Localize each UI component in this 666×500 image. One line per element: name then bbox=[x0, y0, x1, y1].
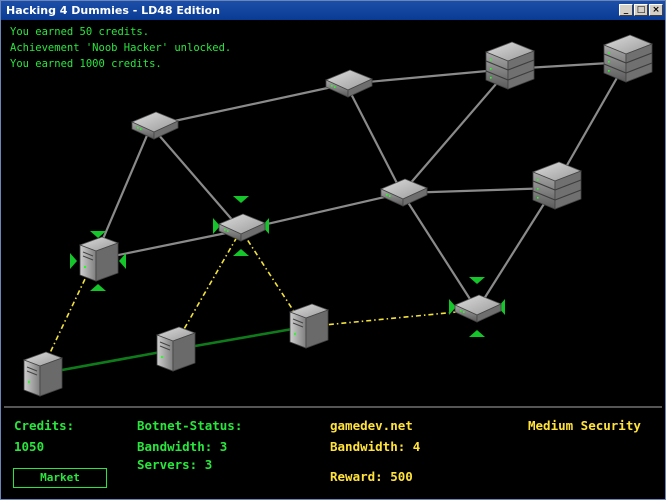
credits-label: Credits: bbox=[14, 418, 75, 433]
node-n8[interactable] bbox=[70, 231, 126, 291]
minimize-button[interactable]: _ bbox=[619, 4, 633, 16]
log-line: You earned 50 credits. bbox=[10, 26, 150, 38]
pc-tower-icon bbox=[23, 351, 63, 397]
botnet-servers: Servers: 3 bbox=[137, 457, 213, 472]
node-n10[interactable] bbox=[23, 351, 63, 397]
server-rack-icon bbox=[485, 41, 535, 90]
node-n9[interactable] bbox=[449, 277, 505, 337]
node-n4[interactable] bbox=[603, 34, 653, 83]
botnet-bandwidth: Bandwidth: 3 bbox=[137, 439, 228, 454]
title-bar[interactable]: Hacking 4 Dummies - LD48 Edition _ □ × bbox=[1, 1, 665, 20]
router-icon bbox=[325, 69, 373, 98]
node-n2[interactable] bbox=[325, 69, 373, 98]
link-n1-n6 bbox=[150, 125, 242, 231]
link-n2-n5 bbox=[345, 83, 403, 194]
log-line: Achievement 'Noob Hacker' unlocked. bbox=[10, 42, 232, 54]
router-icon bbox=[218, 213, 266, 242]
link-n5-n9 bbox=[401, 192, 478, 311]
pc-tower-icon bbox=[79, 236, 119, 282]
status-panel: Credits: 1050 Market Botnet-Status: Band… bbox=[4, 406, 662, 498]
router-icon bbox=[454, 294, 502, 323]
security-level: Medium Security bbox=[528, 418, 641, 433]
message-log: You earned 50 credits. Achievement 'Noob… bbox=[10, 24, 231, 72]
router-icon bbox=[380, 178, 428, 207]
target-name: gamedev.net bbox=[330, 418, 413, 433]
router-icon bbox=[131, 111, 179, 140]
server-rack-icon bbox=[532, 161, 582, 210]
node-n12[interactable] bbox=[289, 303, 329, 349]
network-canvas bbox=[23, 34, 653, 397]
target-reward: Reward: 500 bbox=[330, 469, 413, 484]
credits-value: 1050 bbox=[14, 439, 45, 454]
log-line: You earned 1000 credits. bbox=[10, 58, 162, 70]
pc-tower-icon bbox=[156, 326, 196, 372]
target-bandwidth: Bandwidth: 4 bbox=[330, 439, 421, 454]
link-n5-n3 bbox=[401, 68, 510, 194]
pc-tower-icon bbox=[289, 303, 329, 349]
maximize-button[interactable]: □ bbox=[634, 4, 648, 16]
node-n1[interactable] bbox=[131, 111, 179, 140]
market-button[interactable]: Market bbox=[13, 468, 107, 488]
close-button[interactable]: × bbox=[649, 4, 663, 16]
node-n11[interactable] bbox=[156, 326, 196, 372]
node-n7[interactable] bbox=[532, 161, 582, 210]
link-n7-n9 bbox=[476, 187, 555, 311]
network-map[interactable]: You earned 50 credits. Achievement 'Noob… bbox=[4, 20, 662, 404]
window-title: Hacking 4 Dummies - LD48 Edition bbox=[6, 4, 220, 17]
node-n3[interactable] bbox=[485, 41, 535, 90]
botnet-status-label: Botnet-Status: bbox=[137, 418, 243, 433]
link-n1-n2 bbox=[150, 82, 347, 128]
game-window: Hacking 4 Dummies - LD48 Edition _ □ × Y… bbox=[0, 0, 666, 500]
node-n5[interactable] bbox=[380, 178, 428, 207]
server-rack-icon bbox=[603, 34, 653, 83]
node-n6[interactable] bbox=[213, 196, 269, 256]
